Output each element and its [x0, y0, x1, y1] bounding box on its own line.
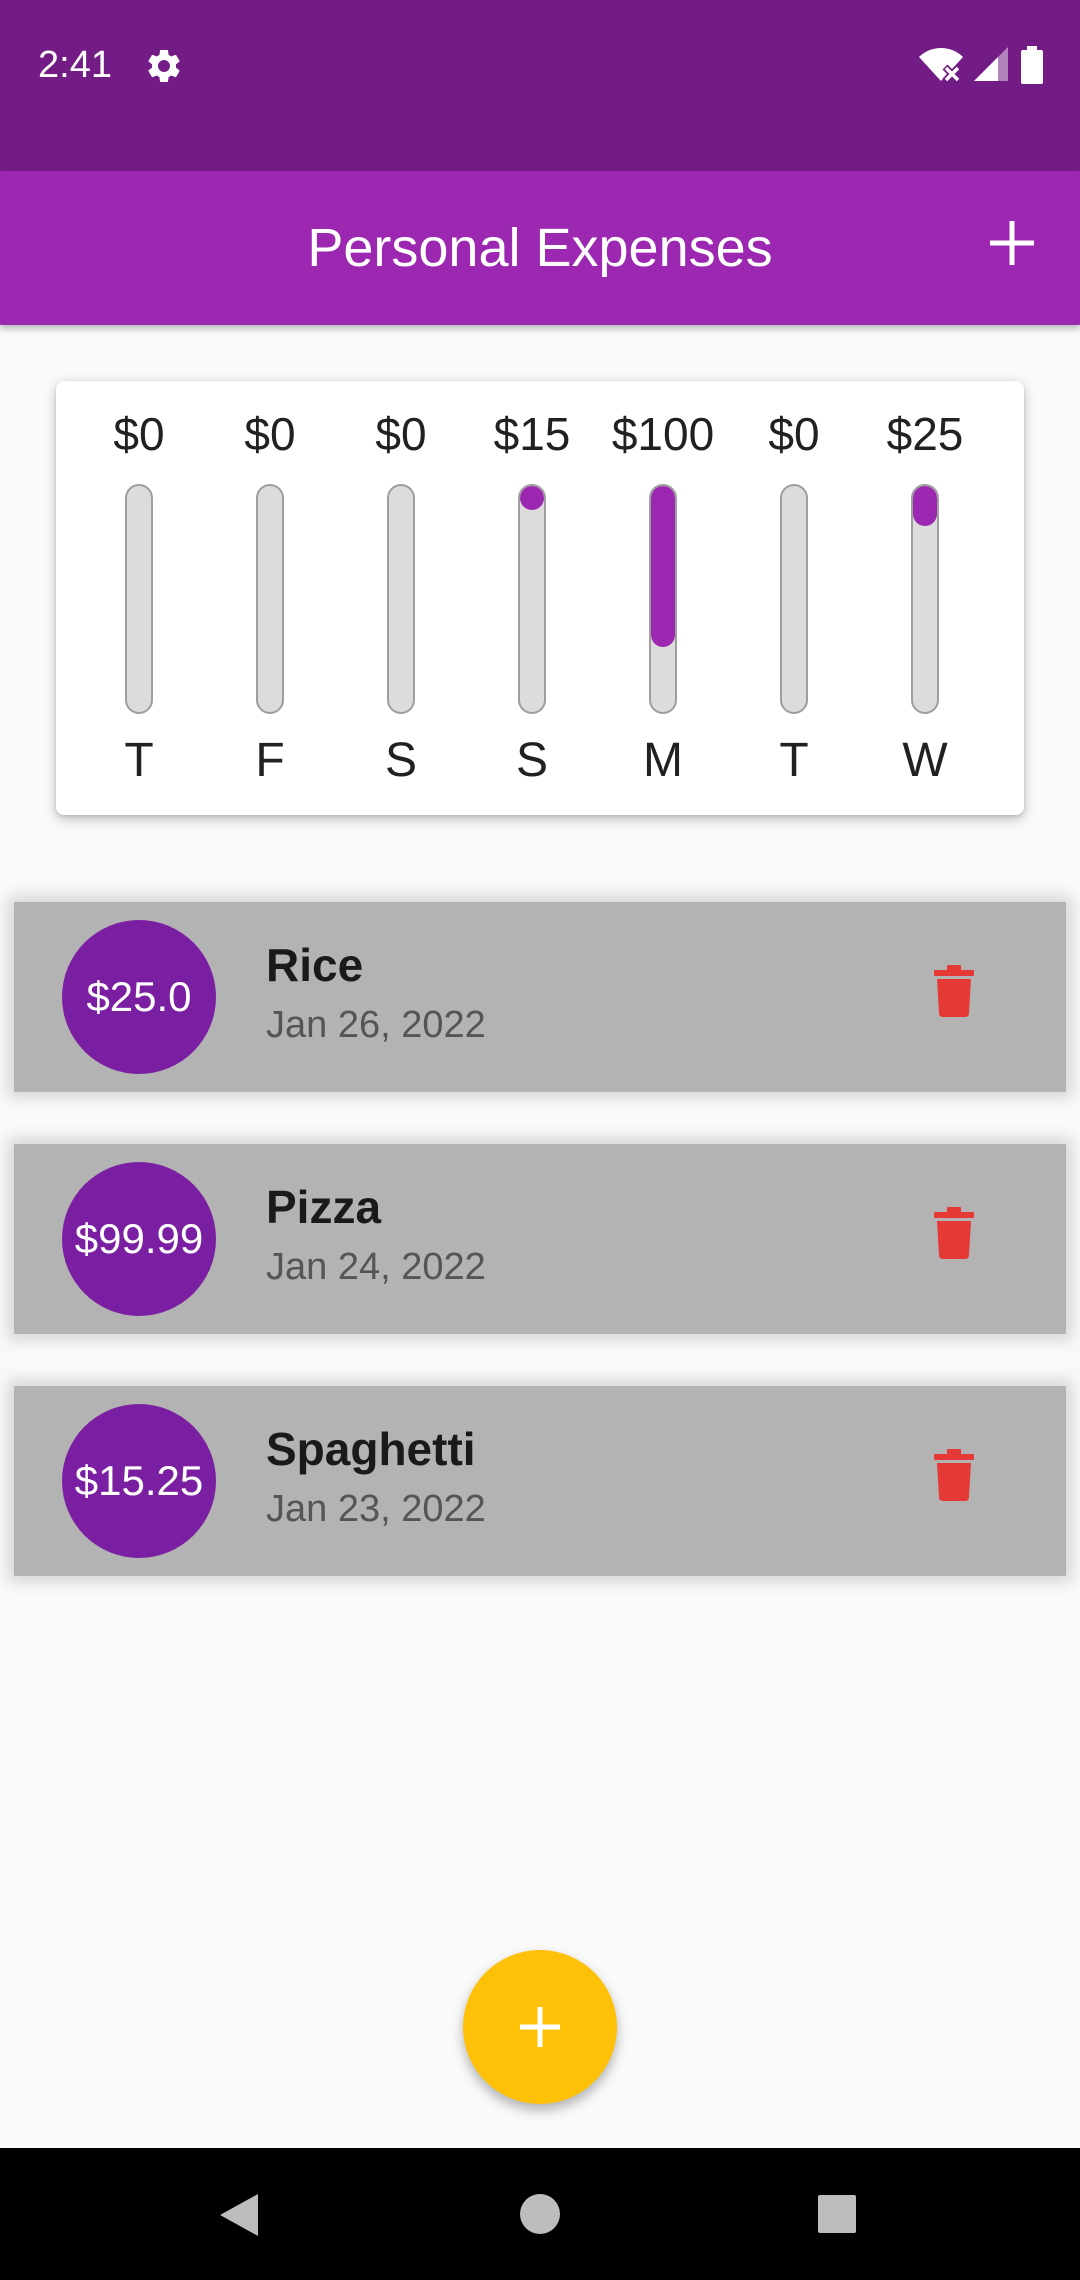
amount-avatar: $99.99 [62, 1162, 216, 1316]
transaction-date: Jan 23, 2022 [266, 1488, 486, 1530]
chart-bar-track [518, 484, 546, 714]
chart-day-label: M [643, 734, 683, 787]
signal-icon [974, 47, 1008, 81]
transaction-date: Jan 24, 2022 [266, 1246, 486, 1288]
transaction-list-item[interactable]: $15.25 Spaghetti Jan 23, 2022 [14, 1386, 1066, 1576]
transaction-title: Pizza [266, 1181, 382, 1233]
chart-value-label: $0 [113, 408, 165, 460]
chart-day-label: S [384, 734, 417, 787]
add-transaction-fab[interactable] [463, 1950, 617, 2104]
chart-value-label: $100 [611, 408, 715, 460]
transaction-list-item[interactable]: $99.99 Pizza Jan 24, 2022 [14, 1144, 1066, 1334]
recents-icon[interactable] [817, 2194, 857, 2234]
chart-day-label: W [902, 734, 948, 787]
chart-bar-track [256, 484, 284, 714]
chart-bar-column: $0 S [336, 381, 466, 815]
chart-bar-track [911, 484, 939, 714]
chart-value-label: $25 [886, 408, 964, 460]
transaction-list-item[interactable]: $25.0 Rice Jan 26, 2022 [14, 902, 1066, 1092]
chart-bar-column: $0 F [205, 381, 335, 815]
app-bar: Personal Expenses [0, 171, 1080, 325]
chart-bar-track [649, 484, 677, 714]
page-title: Personal Expenses [307, 218, 773, 278]
chart-day-label: T [124, 734, 154, 787]
chart-bar [651, 486, 675, 648]
weekly-chart: $0 T $0 F $0 S $15 S $100 M $0 T $25 W [56, 381, 1024, 815]
home-icon[interactable] [519, 2193, 561, 2235]
chart-bar-column: $0 T [729, 381, 859, 815]
battery-icon [1021, 46, 1043, 84]
chart-value-label: $0 [768, 408, 820, 460]
amount-avatar: $15.25 [62, 1404, 216, 1558]
transaction-title: Spaghetti [266, 1423, 476, 1475]
chart-bar [913, 486, 937, 527]
chart-bar [520, 486, 544, 511]
delete-trash-icon[interactable] [934, 1207, 974, 1259]
chart-bar-column: $0 T [74, 381, 204, 815]
transaction-date: Jan 26, 2022 [266, 1004, 486, 1046]
chart-bar-column: $25 W [860, 381, 990, 815]
system-nav-bar [0, 2148, 1080, 2280]
chart-day-label: F [255, 734, 285, 787]
add-transaction-button[interactable] [984, 215, 1040, 271]
plus-icon [520, 2007, 560, 2047]
chart-day-label: S [515, 734, 548, 787]
status-bar: 2:41 [0, 0, 1080, 171]
chart-value-label: $0 [375, 408, 427, 460]
chart-day-label: T [779, 734, 809, 787]
settings-gear-icon [148, 49, 180, 82]
chart-bar-track [387, 484, 415, 714]
chart-value-label: $15 [493, 408, 571, 460]
chart-bar-column: $100 M [598, 381, 728, 815]
delete-trash-icon[interactable] [934, 965, 974, 1017]
delete-trash-icon[interactable] [934, 1449, 974, 1501]
chart-value-label: $0 [244, 408, 296, 460]
transaction-title: Rice [266, 939, 364, 991]
wifi-off-icon [919, 48, 963, 83]
amount-avatar: $25.0 [62, 920, 216, 1074]
status-time: 2:41 [38, 44, 112, 86]
back-icon[interactable] [216, 2192, 260, 2238]
chart-bar-column: $15 S [467, 381, 597, 815]
chart-bar-track [125, 484, 153, 714]
chart-bar-track [780, 484, 808, 714]
status-icons [918, 46, 1044, 84]
